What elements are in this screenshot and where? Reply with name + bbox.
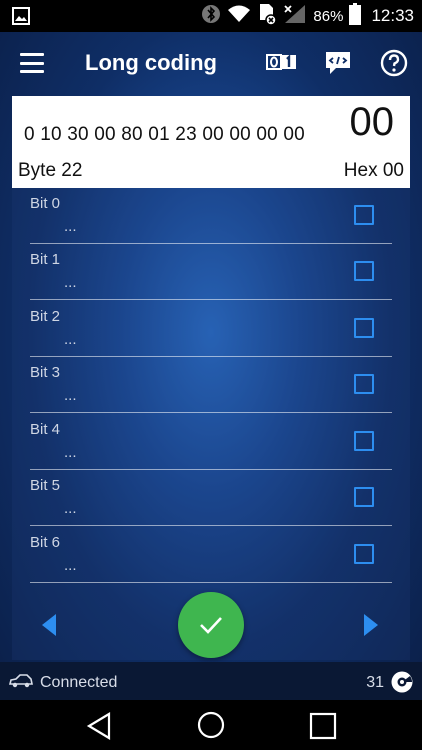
bit-value: ... <box>64 387 77 404</box>
bit-value: ... <box>64 331 77 348</box>
arrow-right-icon[interactable] <box>362 612 380 643</box>
coding-display: 0 10 30 00 80 01 23 00 00 00 00 00 Byte … <box>12 96 410 188</box>
connection-status: Connected <box>40 674 118 691</box>
check-icon <box>200 617 222 634</box>
bit-row-5[interactable]: Bit 5 ... <box>30 470 392 526</box>
code-icon[interactable] <box>324 49 352 82</box>
byte-label: Byte 22 <box>18 160 83 181</box>
bit-row-4[interactable]: Bit 4 ... <box>30 414 392 470</box>
bit-row-6[interactable]: Bit 6 ... <box>30 527 392 583</box>
toolbar: Long coding <box>0 32 422 94</box>
hex-label: Hex 00 <box>343 160 404 181</box>
gallery-icon <box>12 7 30 30</box>
bit-checkbox-2[interactable] <box>354 318 374 338</box>
bit-checkbox-3[interactable] <box>354 374 374 394</box>
bit-label: Bit 4 <box>30 421 61 438</box>
bit-row-2[interactable]: Bit 2 ... <box>30 301 392 357</box>
binary-icon[interactable] <box>266 49 298 80</box>
car-icon <box>8 674 33 693</box>
bit-row-3[interactable]: Bit 3 ... <box>30 357 392 413</box>
bit-label: Bit 5 <box>30 477 61 494</box>
bit-value: ... <box>64 557 77 574</box>
menu-icon[interactable] <box>18 50 46 76</box>
gauge-icon <box>390 670 414 699</box>
bit-checkbox-0[interactable] <box>354 205 374 225</box>
bit-checkbox-4[interactable] <box>354 431 374 451</box>
bit-value: ... <box>64 500 77 517</box>
battery-percent: 86% <box>313 7 344 25</box>
battery-icon <box>349 2 362 30</box>
bit-label: Bit 2 <box>30 308 61 325</box>
help-icon[interactable] <box>380 49 408 82</box>
bit-label: Bit 6 <box>30 534 61 551</box>
bit-label: Bit 3 <box>30 364 61 381</box>
status-time: 12:33 <box>371 6 414 25</box>
current-byte-value: 00 <box>349 100 395 144</box>
bit-checkbox-6[interactable] <box>354 544 374 564</box>
page-title: Long coding <box>85 50 217 75</box>
connection-count: 31 <box>366 674 384 691</box>
bit-value: ... <box>64 444 77 461</box>
recent-apps-icon[interactable] <box>309 712 337 745</box>
bluetooth-icon <box>201 4 221 29</box>
back-icon[interactable] <box>86 712 112 745</box>
bit-value: ... <box>64 274 77 291</box>
confirm-button[interactable] <box>178 592 244 658</box>
arrow-left-icon[interactable] <box>40 612 58 643</box>
connection-bar: Connected 31 <box>0 662 422 700</box>
signal-icon <box>283 4 307 29</box>
sim-icon <box>257 3 278 30</box>
wifi-icon <box>227 4 251 29</box>
home-icon[interactable] <box>197 711 225 744</box>
status-bar: 86% 12:33 <box>0 0 422 32</box>
bit-checkbox-1[interactable] <box>354 261 374 281</box>
bit-row-0[interactable]: Bit 0 ... <box>30 188 392 244</box>
bit-label: Bit 1 <box>30 251 61 268</box>
bit-label: Bit 0 <box>30 195 61 212</box>
bit-checkbox-5[interactable] <box>354 487 374 507</box>
bit-row-1[interactable]: Bit 1 ... <box>30 244 392 300</box>
system-nav-bar <box>0 700 422 750</box>
coding-bytes: 0 10 30 00 80 01 23 00 00 00 00 <box>24 124 305 145</box>
bit-value: ... <box>64 218 77 235</box>
